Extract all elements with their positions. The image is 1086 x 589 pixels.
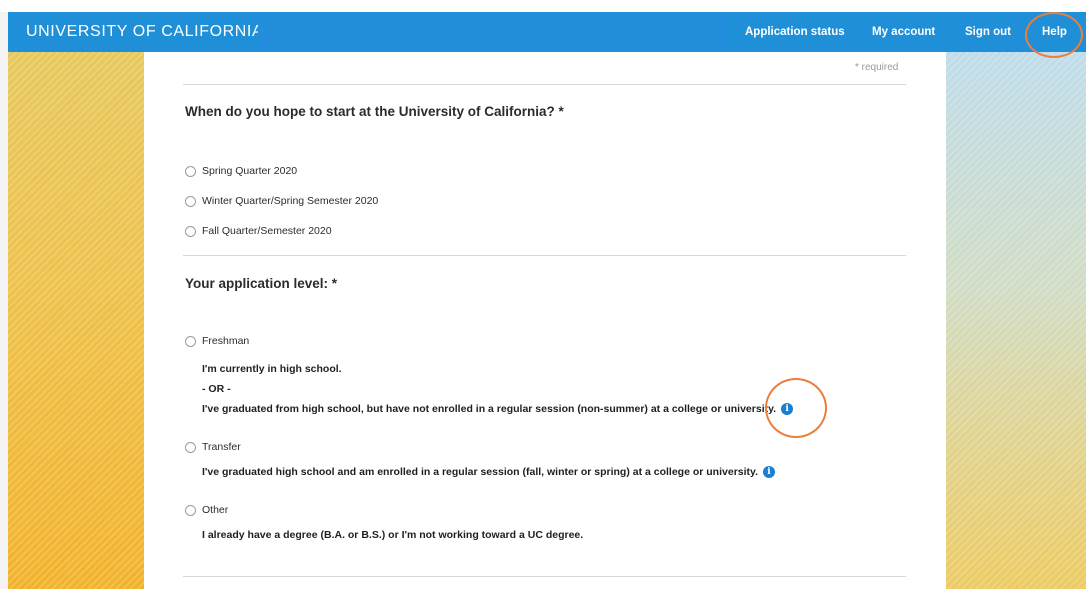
top-strip bbox=[0, 0, 1086, 12]
radio-option-spring-2020[interactable]: Spring Quarter 2020 bbox=[185, 164, 297, 178]
radio-button[interactable] bbox=[185, 195, 196, 207]
radio-button[interactable] bbox=[185, 441, 196, 453]
freshman-description-or: - OR - bbox=[202, 383, 231, 395]
start-term-question: When do you hope to start at the Univers… bbox=[185, 104, 564, 119]
left-edge bbox=[0, 0, 8, 589]
radio-option-freshman[interactable]: Freshman bbox=[185, 334, 249, 348]
radio-button[interactable] bbox=[185, 335, 196, 347]
application-level-question: Your application level: * bbox=[185, 276, 338, 291]
radio-option-label: Fall Quarter/Semester 2020 bbox=[202, 225, 332, 237]
info-icon[interactable]: i bbox=[763, 466, 776, 478]
divider bbox=[183, 84, 906, 85]
header-band bbox=[258, 12, 726, 52]
freshman-description-line: I'm currently in high school. bbox=[202, 363, 342, 375]
radio-option-label: Freshman bbox=[202, 335, 250, 347]
brand-logo[interactable]: UNIVERSITY OF CALIFORNIA bbox=[26, 12, 263, 52]
required-note: * required bbox=[855, 62, 899, 73]
nav-help[interactable]: Help bbox=[1042, 12, 1067, 52]
radio-option-fall-2020[interactable]: Fall Quarter/Semester 2020 bbox=[185, 224, 332, 238]
info-icon[interactable]: i bbox=[781, 403, 794, 415]
nav-application-status[interactable]: Application status bbox=[745, 12, 845, 52]
radio-button[interactable] bbox=[185, 225, 196, 237]
radio-option-label: Other bbox=[202, 504, 229, 516]
other-description-line: I already have a degree (B.A. or B.S.) o… bbox=[202, 529, 584, 541]
radio-option-label: Transfer bbox=[202, 441, 241, 453]
nav-my-account[interactable]: My account bbox=[872, 12, 935, 52]
divider bbox=[183, 576, 906, 577]
transfer-description-line: I've graduated high school and am enroll… bbox=[202, 466, 776, 478]
form-panel bbox=[144, 52, 946, 589]
radio-button[interactable] bbox=[185, 504, 196, 516]
freshman-description-line: I've graduated from high school, but hav… bbox=[202, 403, 794, 415]
radio-option-label: Winter Quarter/Spring Semester 2020 bbox=[202, 195, 379, 207]
freshman-description-text: I've graduated from high school, but hav… bbox=[202, 403, 777, 415]
radio-option-winter-spring-2020[interactable]: Winter Quarter/Spring Semester 2020 bbox=[185, 194, 378, 208]
background-right-pattern bbox=[946, 52, 1086, 589]
background-left-pattern bbox=[8, 52, 144, 589]
radio-option-transfer[interactable]: Transfer bbox=[185, 440, 241, 454]
radio-option-label: Spring Quarter 2020 bbox=[202, 165, 298, 177]
nav-sign-out[interactable]: Sign out bbox=[965, 12, 1011, 52]
radio-button[interactable] bbox=[185, 165, 196, 177]
transfer-description-text: I've graduated high school and am enroll… bbox=[202, 466, 759, 478]
top-navigation-bar: UNIVERSITY OF CALIFORNIA Application sta… bbox=[8, 12, 1086, 52]
radio-option-other[interactable]: Other bbox=[185, 503, 228, 517]
divider bbox=[183, 255, 906, 256]
